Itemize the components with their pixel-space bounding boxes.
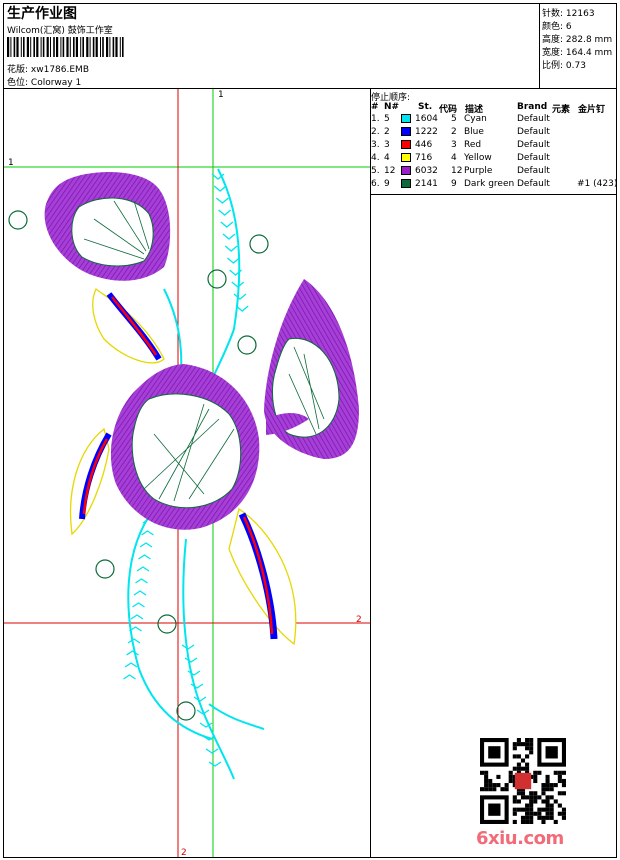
leaf-lower-right — [228, 507, 297, 646]
stitch-count: 1604 — [415, 114, 438, 124]
needle-number: 5 — [384, 114, 390, 124]
leaf-upper-left — [92, 287, 165, 364]
thread-brand: Default — [517, 114, 550, 124]
stat-colors: 颜色: 6 — [542, 22, 572, 32]
stitch-count: 716 — [415, 153, 433, 163]
color-swatch — [401, 166, 411, 175]
stop-row: 5. 12 6032 12 Purple Default — [369, 166, 617, 179]
stat-scale: 比例: 0.73 — [542, 61, 586, 71]
stops-divider — [370, 194, 617, 195]
vendor-name: Wilcom(汇窝) 鼓饰工作室 — [7, 26, 113, 36]
stop-row: 3. 3 446 3 Red Default — [369, 140, 617, 153]
flower-top-left — [44, 172, 171, 281]
stop-number: 1. — [371, 114, 380, 124]
needle-number: 9 — [384, 179, 390, 189]
design-name: 花版: xw1786.EMB — [7, 65, 89, 75]
embroidery-preview: 1 1 2 2 — [4, 89, 370, 857]
leaf-left — [69, 427, 112, 536]
stop-row: 6. 9 2141 9 Dark green Default #1 (423) — [369, 179, 617, 192]
qr-code — [480, 738, 566, 824]
thread-brand: Default — [517, 127, 550, 137]
thread-brand: Default — [517, 140, 550, 150]
canvas-divider — [370, 88, 371, 858]
color-description: Dark green — [464, 179, 515, 189]
color-description: Blue — [464, 127, 484, 137]
color-swatch — [401, 140, 411, 149]
stat-width: 宽度: 164.4 mm — [542, 48, 613, 58]
stat-stitches: 针数: 12163 — [542, 9, 595, 19]
color-swatch — [401, 127, 411, 136]
needle-number: 3 — [384, 140, 390, 150]
color-code: 3 — [451, 140, 457, 150]
guide-label-red-bottom: 2 — [181, 848, 187, 857]
color-code: 5 — [451, 114, 457, 124]
color-code: 12 — [451, 166, 463, 176]
stop-number: 5. — [371, 166, 380, 176]
color-code: 4 — [451, 153, 457, 163]
stop-number: 4. — [371, 153, 380, 163]
needle-number: 4 — [384, 153, 390, 163]
thread-brand: Default — [517, 166, 550, 176]
stitch-count: 6032 — [415, 166, 438, 176]
thread-brand: Default — [517, 153, 550, 163]
col-header-num: # — [371, 102, 379, 112]
guide-label-green-top: 1 — [218, 90, 224, 100]
stop-row: 1. 5 1604 5 Cyan Default — [369, 114, 617, 127]
stop-row: 4. 4 716 4 Yellow Default — [369, 153, 617, 166]
stop-number: 2. — [371, 127, 380, 137]
color-swatch — [401, 114, 411, 123]
stitch-count: 446 — [415, 140, 433, 150]
design-canvas: 1 1 2 2 — [4, 89, 370, 857]
color-description: Yellow — [464, 153, 492, 163]
stat-height: 高度: 282.8 mm — [542, 35, 613, 45]
color-swatch — [401, 179, 411, 188]
stitch-count: 1222 — [415, 127, 438, 137]
barcode — [7, 37, 124, 57]
color-swatch — [401, 153, 411, 162]
col-header-brand: Brand — [517, 102, 548, 112]
page-title: 生产作业图 — [7, 6, 77, 22]
thread-brand: Default — [517, 179, 550, 189]
stitch-count: 2141 — [415, 179, 438, 189]
color-code: 2 — [451, 127, 457, 137]
color-description: Purple — [464, 166, 493, 176]
color-description: Red — [464, 140, 482, 150]
stats-divider — [539, 3, 540, 89]
watermark: 6xiu.com — [476, 828, 564, 849]
col-header-n: N# — [384, 102, 400, 112]
color-description: Cyan — [464, 114, 487, 124]
sequin-info: #1 (423) — [577, 179, 618, 189]
needle-number: 2 — [384, 127, 390, 137]
needle-number: 12 — [384, 166, 396, 176]
stop-number: 3. — [371, 140, 380, 150]
colorway-name: 色位: Colorway 1 — [7, 78, 82, 88]
stop-row: 2. 2 1222 2 Blue Default — [369, 127, 617, 140]
col-header-st: St. — [418, 102, 433, 112]
stop-number: 6. — [371, 179, 380, 189]
guide-label-green-left: 1 — [8, 158, 14, 168]
color-code: 9 — [451, 179, 457, 189]
guide-label-red-right: 2 — [356, 615, 362, 625]
